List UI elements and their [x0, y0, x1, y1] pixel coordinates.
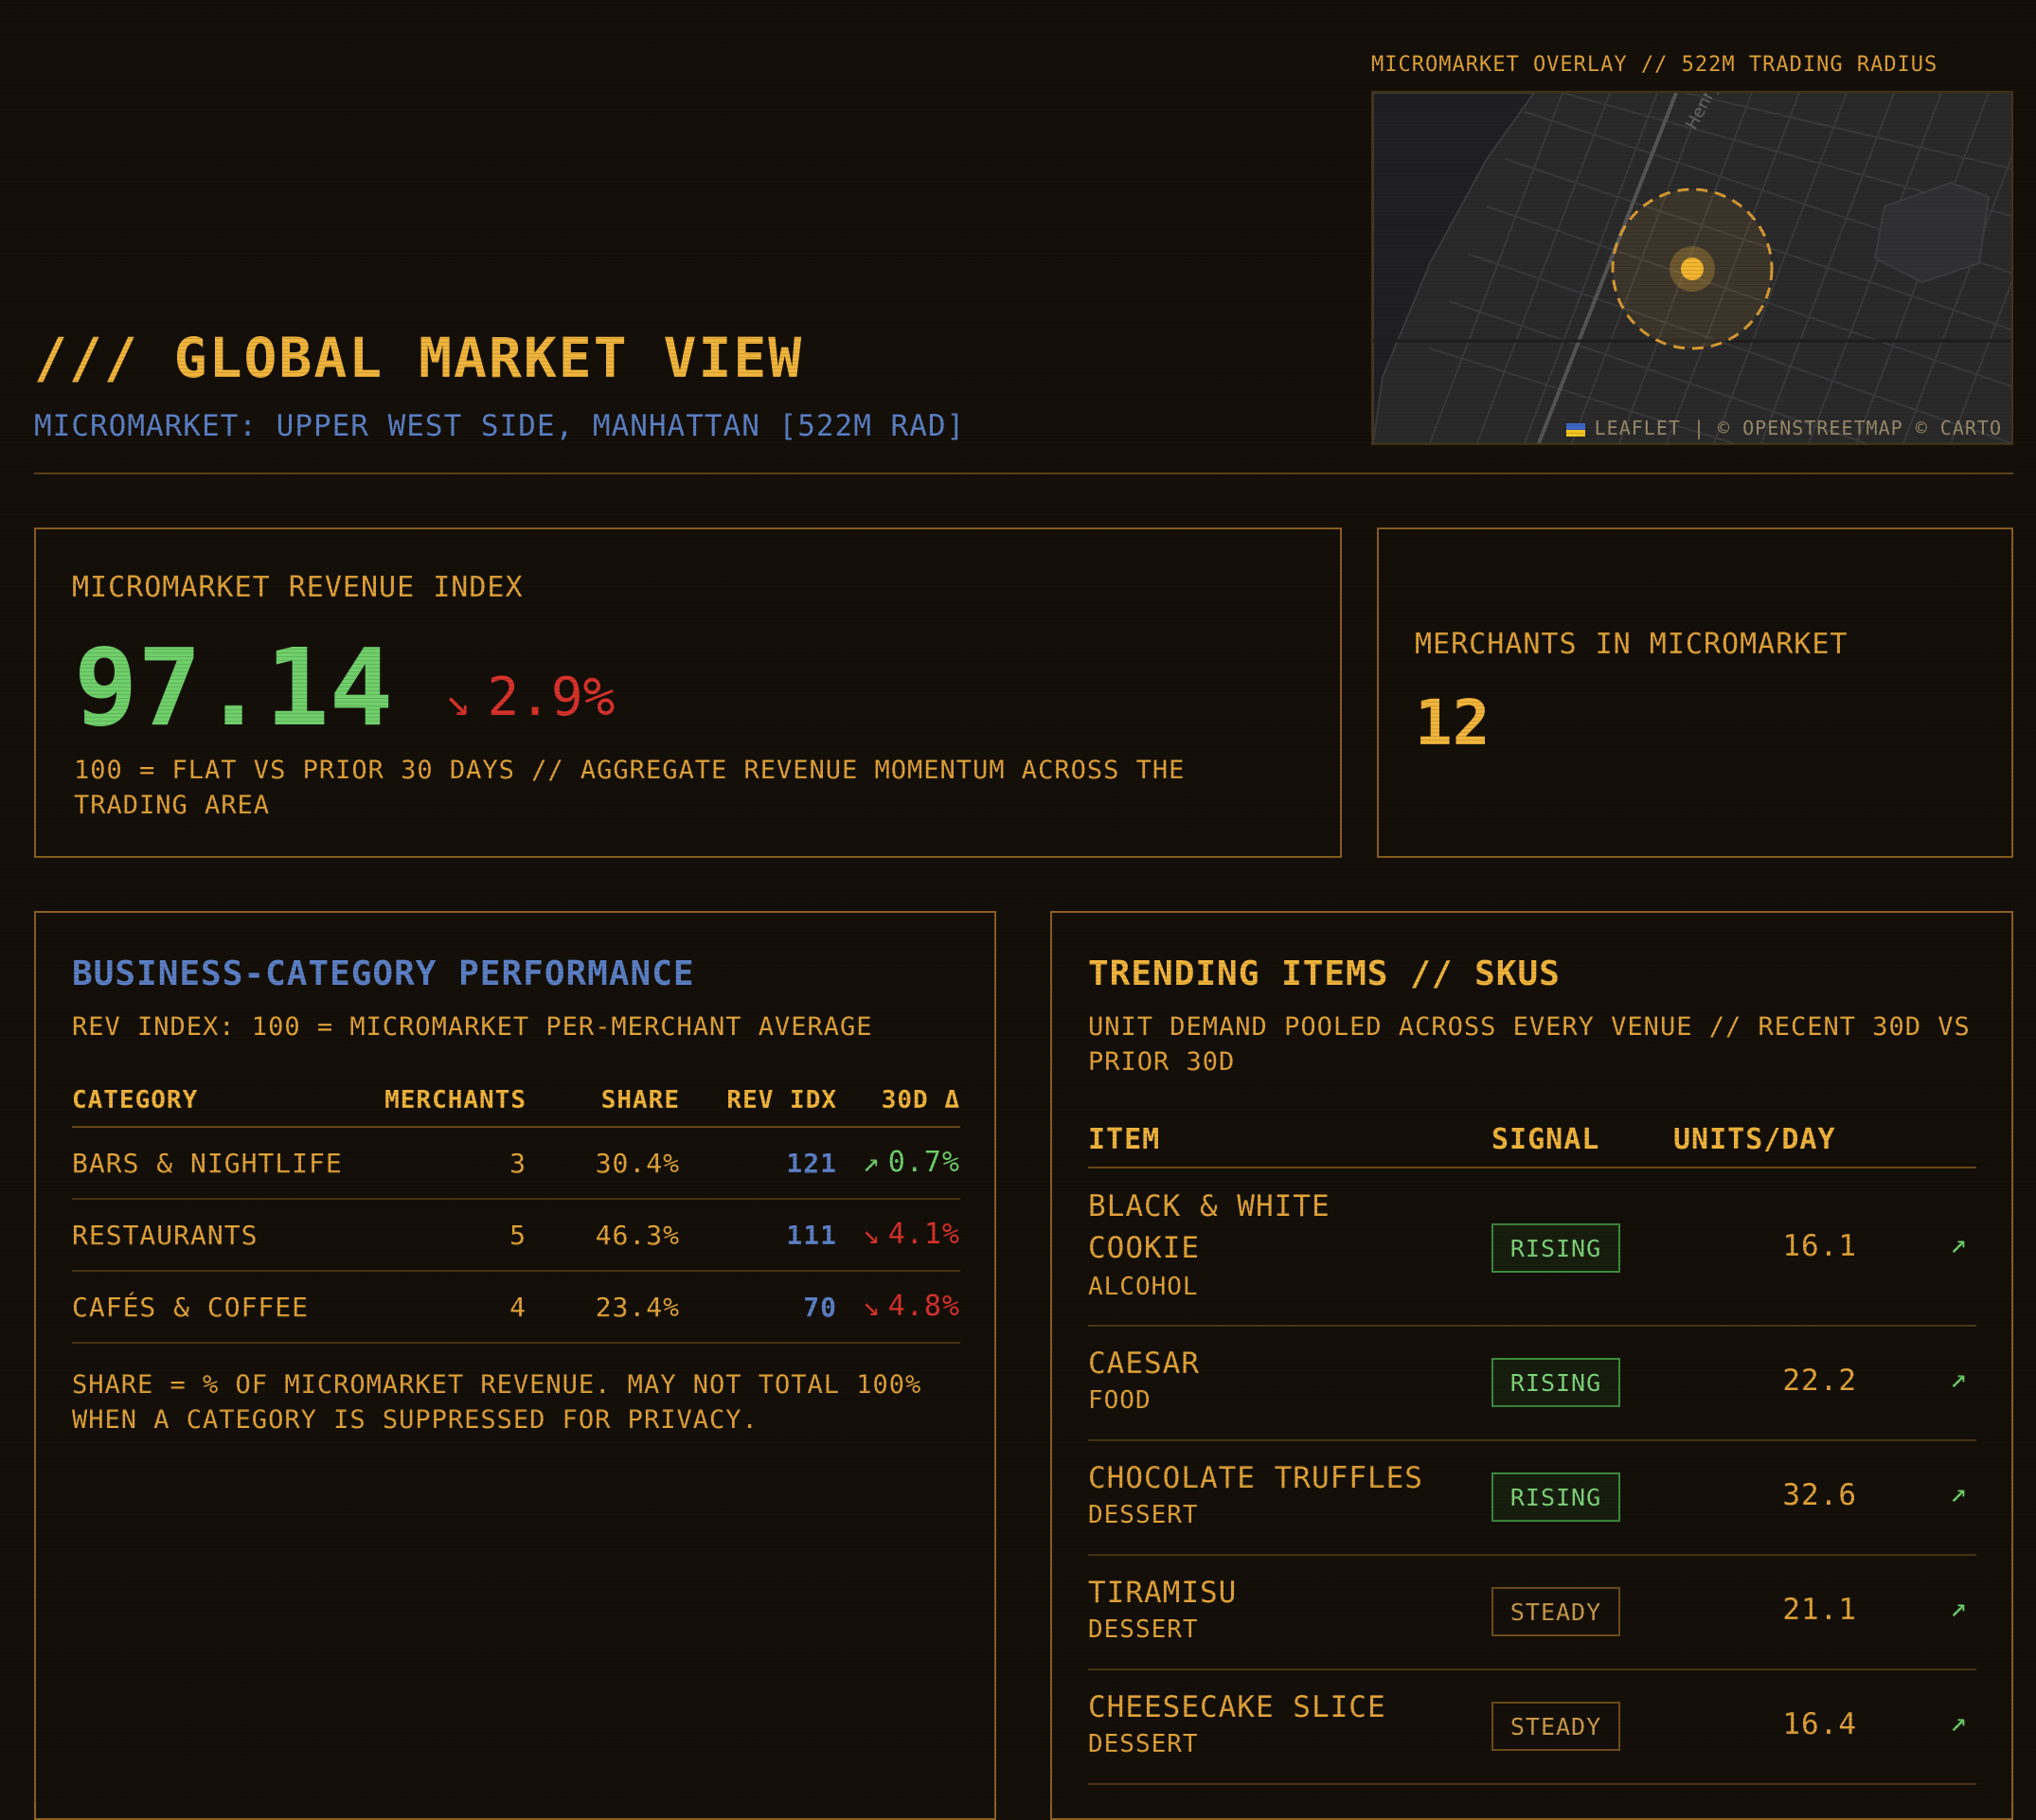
list-item[interactable]: CHEESECAKE SLICE DESSERT STEADY 16.4 ↗ [1052, 1669, 2013, 1783]
signal-badge: STEADY [1491, 1702, 1620, 1751]
category-name: RESTAURANTS [72, 1220, 259, 1251]
table-row[interactable]: BARS & NIGHTLIFE 3 30.4% 121 ↗ 0.7% [36, 1127, 996, 1198]
arrow-down-right-icon: ↘ [862, 1290, 881, 1323]
category-share: 46.3% [595, 1220, 680, 1251]
table-row[interactable]: CAFÉS & COFFEE 4 23.4% 70 ↘ 4.8% [36, 1271, 996, 1342]
col-header-merchants[interactable]: MERCHANTS [320, 1086, 527, 1115]
page-title: /// GLOBAL MARKET VIEW [34, 326, 804, 390]
category-panel-title: BUSINESS-CATEGORY PERFORMANCE [72, 955, 695, 993]
signal-badge: RISING [1491, 1472, 1620, 1522]
category-performance-panel: BUSINESS-CATEGORY PERFORMANCE REV INDEX:… [34, 911, 996, 1820]
micromarket-subtitle: MICROMARKET: UPPER WEST SIDE, MANHATTAN … [34, 409, 966, 443]
signal-badge: STEADY [1491, 1587, 1620, 1636]
item-name-continued: COOKIE [1088, 1231, 1200, 1265]
arrow-up-right-icon: ↗ [1950, 1227, 1968, 1260]
map-label: MICROMARKET OVERLAY // 522M TRADING RADI… [1371, 53, 1938, 77]
item-name: BLACK & WHITE [1088, 1189, 1331, 1223]
item-units: 22.2 [1782, 1364, 1857, 1398]
street-label: Henry [1682, 93, 1723, 133]
category-rev-idx: 111 [786, 1220, 837, 1251]
revenue-index-note: 100 = FLAT VS PRIOR 30 DAYS // AGGREGATE… [74, 756, 1186, 820]
col-header-share[interactable]: SHARE [547, 1086, 680, 1115]
arrow-up-right-icon: ↗ [1950, 1476, 1968, 1509]
signal-badge: RISING [1491, 1223, 1620, 1273]
item-category: DESSERT [1088, 1730, 1199, 1758]
list-item[interactable]: CHOCOLATE TRUFFLES DESSERT RISING 32.6 ↗ [1052, 1440, 2013, 1554]
category-delta-value: 0.7% [887, 1146, 960, 1179]
trending-panel-title: TRENDING ITEMS // SKUS [1088, 955, 1561, 993]
list-item[interactable]: TIRAMISU DESSERT STEADY 21.1 ↗ [1052, 1555, 2013, 1668]
trending-panel-subtitle: UNIT DEMAND POOLED ACROSS EVERY VENUE //… [1088, 1012, 1971, 1077]
item-units: 16.1 [1782, 1229, 1857, 1263]
micromarket-map[interactable]: Henry LEAFLET | © OPENSTREETMAP © CARTO [1371, 91, 2013, 445]
arrow-up-right-icon: ↗ [1950, 1362, 1968, 1395]
row-divider [1088, 1783, 1976, 1785]
revenue-index-panel: MICROMARKET REVENUE INDEX 97.14 ↘ 2.9% 10… [34, 527, 1342, 858]
location-dot-icon [1681, 258, 1704, 280]
category-share: 30.4% [595, 1148, 680, 1179]
category-rev-idx: 121 [786, 1148, 837, 1179]
merchant-count: 12 [1415, 687, 1491, 759]
category-delta: ↗ 0.7% [837, 1146, 960, 1179]
category-footnote: SHARE = % OF MICROMARKET REVENUE. MAY NO… [72, 1370, 922, 1435]
item-category: DESSERT [1088, 1501, 1199, 1529]
map-tiles: Henry [1373, 93, 2011, 443]
col-header-item[interactable]: ITEM [1088, 1123, 1160, 1156]
category-merchants: 5 [509, 1220, 527, 1251]
item-name: CHOCOLATE TRUFFLES [1088, 1461, 1423, 1495]
list-item[interactable]: CAESAR FOOD RISING 22.2 ↗ [1052, 1326, 2013, 1439]
arrow-down-right-icon: ↘ [862, 1218, 881, 1251]
revenue-index-value: 97.14 [74, 627, 394, 750]
item-category: FOOD [1088, 1386, 1152, 1415]
trending-items-panel: TRENDING ITEMS // SKUS UNIT DEMAND POOLE… [1050, 911, 2013, 1820]
col-header-category[interactable]: CATEGORY [72, 1086, 198, 1115]
category-delta: ↘ 4.1% [837, 1218, 960, 1251]
signal-badge: RISING [1491, 1358, 1620, 1407]
arrow-up-right-icon: ↗ [1950, 1705, 1968, 1739]
item-name: CHEESECAKE SLICE [1088, 1690, 1386, 1724]
item-units: 21.1 [1782, 1593, 1857, 1627]
arrow-down-right-icon: ↘ [445, 677, 471, 725]
category-delta: ↘ 4.8% [837, 1290, 960, 1323]
category-name: BARS & NIGHTLIFE [72, 1148, 343, 1179]
map-attribution[interactable]: LEAFLET | © OPENSTREETMAP © CARTO [1565, 417, 2002, 439]
list-item[interactable]: BLACK & WHITE COOKIE ALCOHOL RISING 16.1… [1052, 1169, 2013, 1301]
category-name: CAFÉS & COFFEE [72, 1292, 310, 1323]
revenue-index-delta: ↘ 2.9% [445, 671, 615, 724]
item-name: TIRAMISU [1088, 1576, 1238, 1610]
category-merchants: 4 [509, 1292, 527, 1323]
ukraine-flag-icon [1565, 422, 1585, 437]
revenue-index-delta-value: 2.9% [487, 667, 616, 728]
header-divider [34, 473, 2013, 474]
category-delta-value: 4.1% [887, 1218, 960, 1251]
row-divider [72, 1342, 960, 1344]
category-panel-subtitle: REV INDEX: 100 = MICROMARKET PER-MERCHAN… [72, 1012, 873, 1042]
merchants-label: MERCHANTS IN MICROMARKET [1415, 628, 1848, 661]
category-merchants: 3 [509, 1148, 527, 1179]
attribution-text: LEAFLET | © OPENSTREETMAP © CARTO [1594, 417, 2002, 439]
item-units: 16.4 [1782, 1707, 1857, 1741]
category-rev-idx: 70 [803, 1292, 837, 1323]
category-delta-value: 4.8% [887, 1290, 960, 1323]
merchants-panel: MERCHANTS IN MICROMARKET 12 [1377, 527, 2013, 858]
item-category: DESSERT [1088, 1615, 1199, 1644]
arrow-up-right-icon: ↗ [1950, 1591, 1968, 1624]
category-share: 23.4% [595, 1292, 680, 1323]
item-category: ALCOHOL [1088, 1273, 1199, 1301]
revenue-index-label: MICROMARKET REVENUE INDEX [72, 571, 524, 604]
col-header-signal[interactable]: SIGNAL [1491, 1123, 1599, 1156]
item-units: 32.6 [1782, 1478, 1857, 1512]
col-header-units-per-day[interactable]: UNITS/DAY [1673, 1123, 1836, 1156]
table-row[interactable]: RESTAURANTS 5 46.3% 111 ↘ 4.1% [36, 1199, 996, 1270]
col-header-30d-delta[interactable]: 30D Δ [837, 1086, 960, 1115]
item-name: CAESAR [1088, 1347, 1200, 1381]
col-header-rev-idx[interactable]: REV IDX [680, 1086, 837, 1115]
arrow-up-right-icon: ↗ [862, 1146, 881, 1179]
